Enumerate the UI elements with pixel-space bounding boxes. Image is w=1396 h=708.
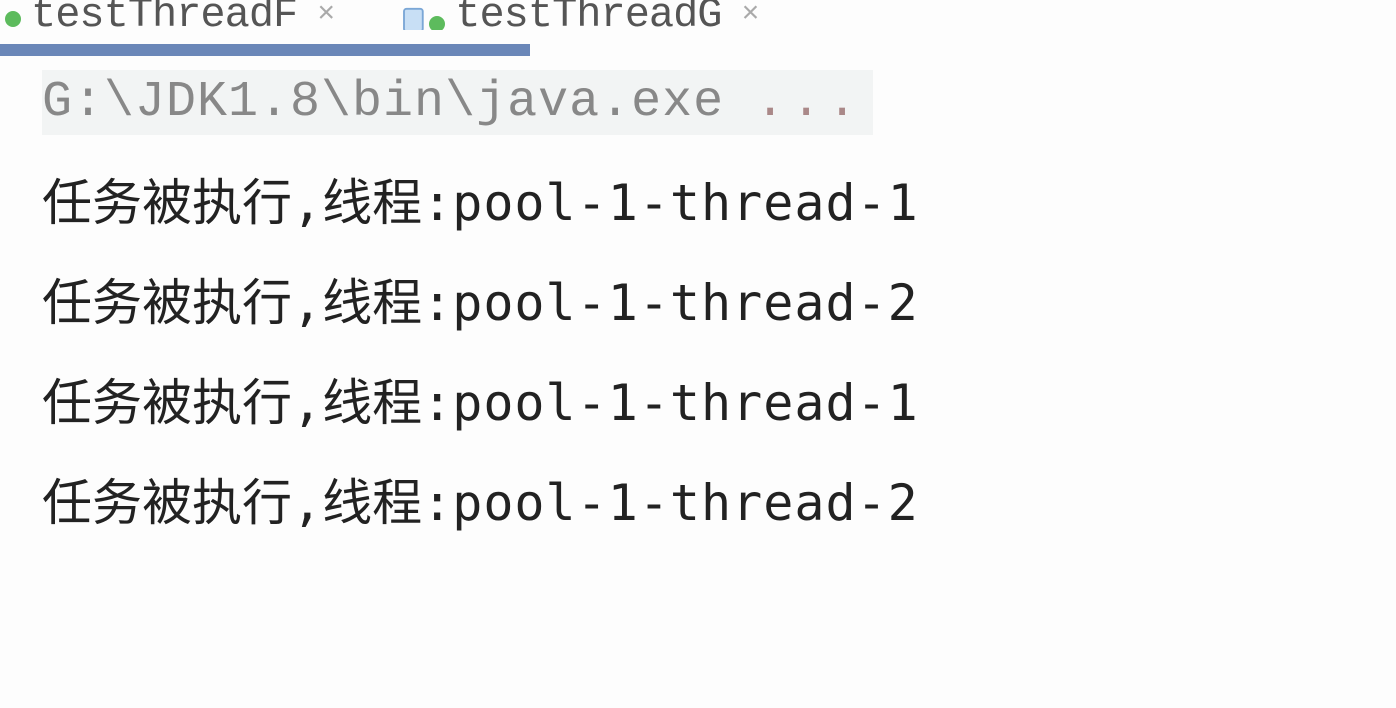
tab-inactive[interactable]: testThreadG × — [394, 0, 778, 30]
command-line: G:\JDK1.8\bin\java.exe ... — [42, 70, 873, 135]
close-icon[interactable]: × — [317, 0, 334, 30]
tab-label-active: testThreadF — [31, 0, 297, 30]
tab-active[interactable]: testThreadF × — [0, 0, 354, 30]
output-prefix: 任务被执行,线程: — [42, 374, 452, 432]
active-tab-underline — [0, 44, 530, 56]
command-path: G:\JDK1.8\bin\java.exe — [42, 74, 755, 131]
thread-name: pool-1-thread-1 — [452, 374, 919, 432]
output-prefix: 任务被执行,线程: — [42, 274, 452, 332]
thread-name: pool-1-thread-2 — [452, 274, 919, 332]
run-status-dot-icon — [5, 11, 21, 27]
output-line: 任务被执行,线程:pool-1-thread-2 — [42, 463, 1396, 535]
output-line: 任务被执行,线程:pool-1-thread-1 — [42, 363, 1396, 435]
run-tab-bar: testThreadF × testThreadG × — [0, 0, 1396, 35]
command-ellipsis: ... — [755, 74, 863, 131]
thread-name: pool-1-thread-2 — [452, 474, 919, 532]
output-line: 任务被执行,线程:pool-1-thread-1 — [42, 163, 1396, 235]
output-prefix: 任务被执行,线程: — [42, 174, 452, 232]
close-icon[interactable]: × — [742, 0, 759, 30]
run-status-dot-icon — [429, 16, 445, 30]
thread-name: pool-1-thread-1 — [452, 174, 919, 232]
file-icon — [399, 0, 429, 30]
console-output: G:\JDK1.8\bin\java.exe ... 任务被执行,线程:pool… — [0, 35, 1396, 535]
output-prefix: 任务被执行,线程: — [42, 474, 452, 532]
output-line: 任务被执行,线程:pool-1-thread-2 — [42, 263, 1396, 335]
tab-label-inactive: testThreadG — [455, 0, 721, 30]
